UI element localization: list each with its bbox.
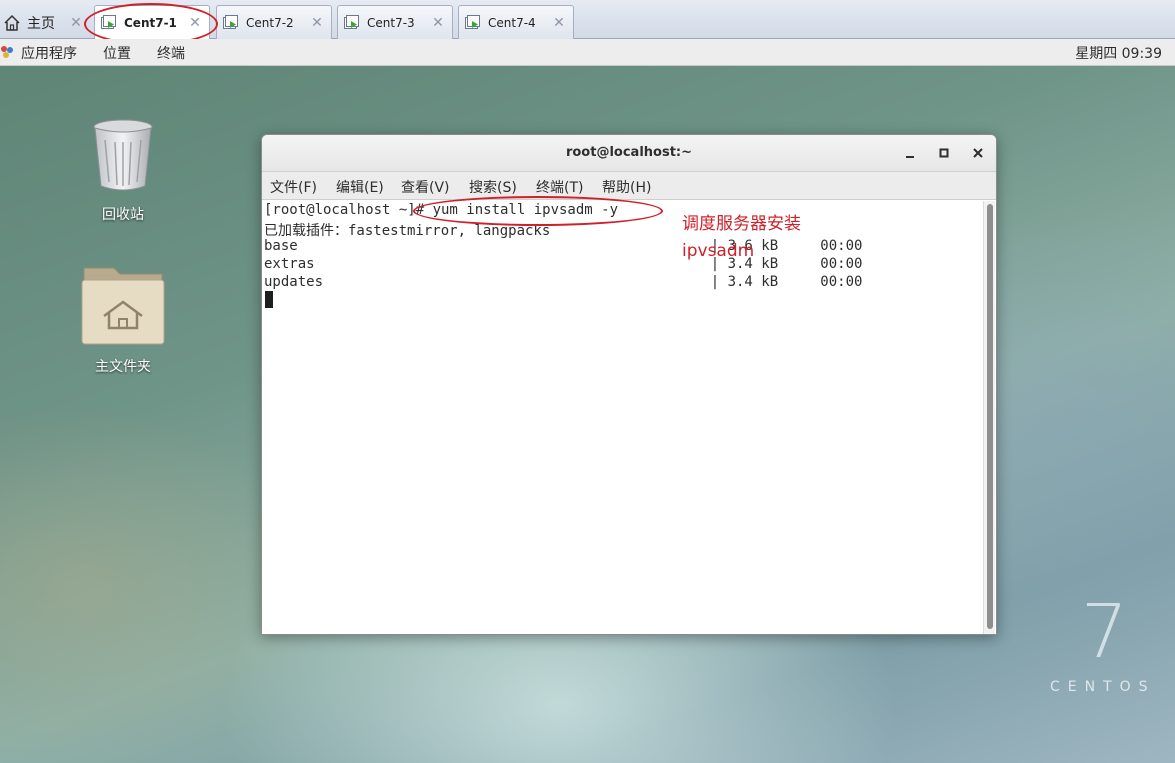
vm-tab-bar: 主页 ✕ Cent7-1 ✕ Cent7-2 ✕ Cent7-3 ✕ Cent7… — [0, 0, 1175, 45]
terminal-window: root@localhost:~ 文件(F) 编辑(E) 查看(V) 搜索(S)… — [261, 134, 997, 635]
tab-cent7-2[interactable]: Cent7-2 ✕ — [216, 5, 332, 39]
tab-label: Cent7-1 — [124, 16, 177, 30]
terminal-line: updates | 3.4 kB 00:00 — [264, 274, 863, 290]
tab-cent7-1[interactable]: Cent7-1 ✕ — [94, 5, 210, 40]
places-menu[interactable]: 位置 — [103, 43, 131, 63]
tab-cent7-3[interactable]: Cent7-3 ✕ — [337, 5, 453, 39]
terminal-menubar: 文件(F) 编辑(E) 查看(V) 搜索(S) 终端(T) 帮助(H) — [262, 172, 996, 200]
tab-cent7-4[interactable]: Cent7-4 ✕ — [458, 5, 574, 39]
terminal-line: extras | 3.4 kB 00:00 — [264, 256, 863, 272]
menu-edit[interactable]: 编辑(E) — [336, 177, 384, 197]
close-icon[interactable]: ✕ — [187, 15, 203, 31]
centos-wordmark: CENTOS — [1050, 679, 1156, 695]
applications-icon — [0, 45, 14, 59]
annotation-line1: 调度服务器安装 — [682, 214, 801, 234]
minimize-icon — [906, 156, 914, 158]
tab-label: Cent7-2 — [246, 15, 294, 30]
maximize-icon — [939, 148, 949, 158]
terminal-app-menu[interactable]: 终端 — [157, 43, 185, 63]
menu-view[interactable]: 查看(V) — [401, 177, 450, 197]
minimize-button[interactable] — [900, 143, 920, 163]
terminal-line: 已加载插件：fastestmirror, langpacks — [264, 223, 551, 239]
menu-help[interactable]: 帮助(H) — [602, 177, 651, 197]
home-icon — [2, 13, 22, 33]
tab-home-label: 主页 — [27, 16, 55, 32]
terminal-cursor — [265, 291, 273, 308]
scrollbar-thumb[interactable] — [987, 204, 993, 629]
vm-running-icon — [342, 13, 362, 33]
close-icon[interactable]: ✕ — [551, 15, 567, 31]
close-icon — [973, 148, 983, 158]
folder-home-icon — [68, 262, 178, 350]
desktop-icon-trash[interactable]: 回收站 — [68, 118, 178, 224]
terminal-line: [root@localhost ~]# yum install ipvsadm … — [264, 202, 619, 218]
close-button[interactable] — [968, 143, 988, 163]
centos-logo: 7 CENTOS — [1050, 595, 1150, 695]
applications-menu[interactable]: 应用程序 — [21, 43, 77, 63]
close-icon[interactable]: ✕ — [309, 15, 325, 31]
tab-home[interactable]: 主页 ✕ — [0, 6, 90, 40]
terminal-scrollbar[interactable] — [983, 201, 995, 634]
menu-search[interactable]: 搜索(S) — [469, 177, 517, 197]
home-folder-label: 主文件夹 — [95, 359, 151, 375]
tab-label: Cent7-4 — [488, 15, 536, 30]
terminal-output[interactable]: [root@localhost ~]# yum install ipvsadm … — [263, 201, 985, 634]
vm-running-icon — [463, 13, 483, 33]
terminal-titlebar[interactable]: root@localhost:~ — [262, 135, 996, 172]
maximize-button[interactable] — [934, 143, 954, 163]
gnome-top-bar: 应用程序 位置 终端 星期四 09:39 — [0, 39, 1175, 66]
menu-terminal[interactable]: 终端(T) — [536, 177, 583, 197]
desktop-icon-home-folder[interactable]: 主文件夹 — [68, 262, 178, 376]
terminal-title: root@localhost:~ — [565, 145, 693, 160]
vm-running-icon — [99, 13, 119, 33]
terminal-line: base | 3.6 kB 00:00 — [264, 238, 863, 254]
clock[interactable]: 星期四 09:39 — [1075, 43, 1162, 63]
centos-version: 7 — [1080, 589, 1128, 675]
close-icon[interactable]: ✕ — [430, 15, 446, 31]
annotation-line2: ipvsadm — [682, 241, 755, 261]
tab-label: Cent7-3 — [367, 15, 415, 30]
trash-icon — [68, 118, 178, 198]
vm-running-icon — [221, 13, 241, 33]
menu-file[interactable]: 文件(F) — [270, 177, 317, 197]
close-icon[interactable]: ✕ — [68, 15, 84, 31]
trash-label: 回收站 — [102, 207, 144, 223]
